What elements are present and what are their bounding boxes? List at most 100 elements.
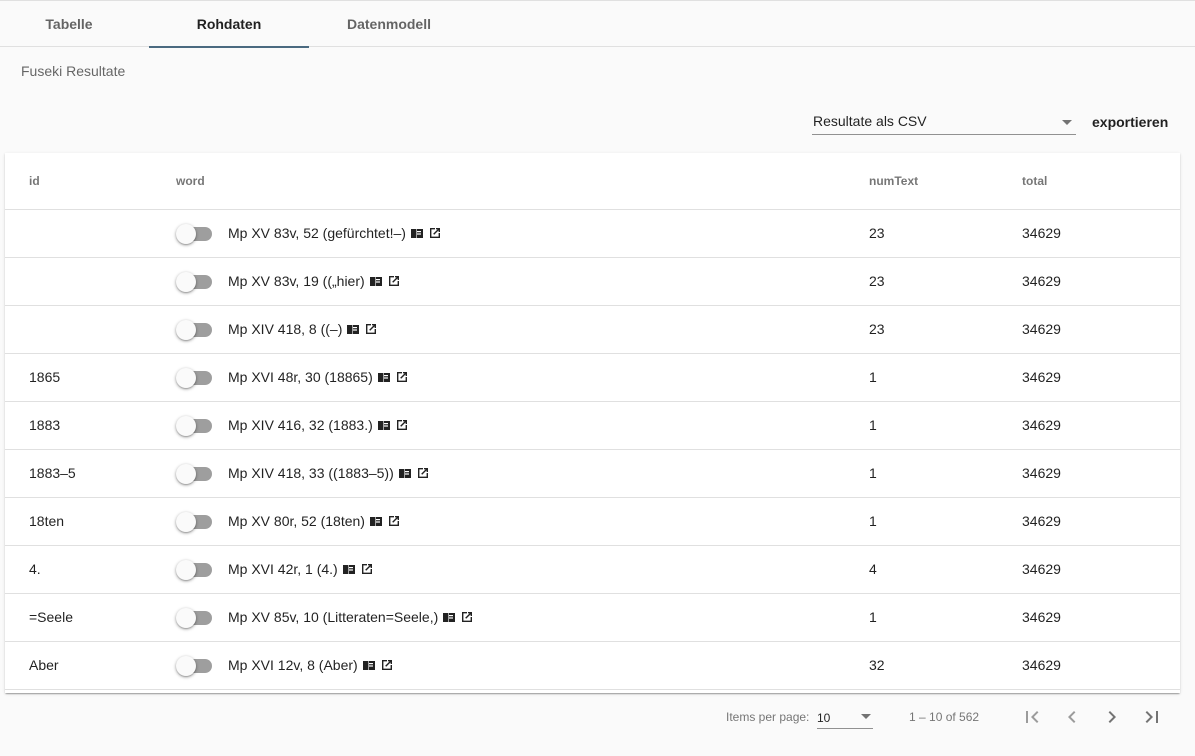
toggle-thumb [176,368,196,388]
book-icon[interactable] [442,610,456,624]
row-toggle[interactable] [176,367,212,388]
book-icon[interactable] [362,658,376,672]
book-icon[interactable] [346,322,360,336]
cell-id: Aber [5,641,152,690]
book-icon[interactable] [369,514,383,528]
open-in-new-icon[interactable] [428,226,442,240]
previous-page-button[interactable] [1052,701,1092,733]
cell-numtext: 1 [869,353,1022,402]
first-page-button[interactable] [1012,701,1052,733]
row-toggle[interactable] [176,655,212,676]
cell-id: 4. [5,545,152,594]
table-header-row: id word numText total [5,153,1180,210]
first-page-icon [1026,711,1039,723]
cell-total: 34629 [1022,593,1180,642]
word-text: Mp XIV 418, 33 ((1883–5)) [228,465,394,481]
cell-total: 34629 [1022,305,1180,354]
word-text: Mp XV 83v, 52 (gefürchtet!–) [228,225,406,241]
toggle-thumb [176,656,196,676]
toggle-thumb [176,608,196,628]
open-in-new-icon[interactable] [364,322,378,336]
column-header-total[interactable]: total [1022,153,1180,210]
row-toggle[interactable] [176,319,212,340]
open-in-new-icon[interactable] [387,274,401,288]
row-toggle[interactable] [176,511,212,532]
cell-word: Mp XV 80r, 52 (18ten) [152,497,869,546]
open-in-new-icon[interactable] [416,466,430,480]
open-in-new-icon[interactable] [460,610,474,624]
page-range-label: 1 – 10 of 562 [909,710,980,724]
cell-numtext: 1 [869,449,1022,498]
cell-total: 34629 [1022,497,1180,546]
open-in-new-icon[interactable] [387,514,401,528]
cell-id: 1865 [5,353,152,402]
word-text: Mp XV 80r, 52 (18ten) [228,513,365,529]
tab-tabelle[interactable]: Tabelle [0,1,149,47]
book-icon[interactable] [398,466,412,480]
row-toggle[interactable] [176,415,212,436]
cell-numtext: 23 [869,257,1022,306]
cell-id [5,209,152,258]
book-icon[interactable] [377,418,391,432]
cell-numtext: 4 [869,545,1022,594]
book-icon[interactable] [369,274,383,288]
row-toggle[interactable] [176,223,212,244]
row-toggle[interactable] [176,607,212,628]
tab-bar: Tabelle Rohdaten Datenmodell [0,0,1195,48]
open-in-new-icon[interactable] [380,658,394,672]
word-text: Mp XIV 418, 8 ((–) [228,321,343,337]
word-text: Mp XVI 48r, 30 (18865) [228,369,373,385]
toggle-thumb [176,560,196,580]
cell-numtext: 32 [869,641,1022,690]
cell-id: 1883–5 [5,449,152,498]
word-cell-content: Mp XVI 42r, 1 (4.) [176,559,869,580]
word-cell-content: Mp XV 83v, 52 (gefürchtet!–) [176,223,869,244]
word-cell-content: Mp XV 80r, 52 (18ten) [176,511,869,532]
cell-numtext: 1 [869,401,1022,450]
tab-datenmodell[interactable]: Datenmodell [309,1,469,47]
table-row: 1883–5 Mp XIV 418, 33 ((1883–5)) 1 34629 [5,449,1180,498]
cell-id [5,305,152,354]
book-icon[interactable] [377,370,391,384]
export-format-value: Resultate als CSV [813,113,927,129]
table-row: 18ten Mp XV 80r, 52 (18ten) 1 34629 [5,497,1180,546]
tab-rohdaten[interactable]: Rohdaten [149,1,309,48]
tab-label: Rohdaten [196,16,262,32]
cell-numtext: 1 [869,593,1022,642]
items-per-page-select[interactable]: 10 [817,705,873,729]
results-table: id word numText total Mp XV 83v, 52 (gef… [5,153,1180,690]
last-page-icon [1145,711,1158,723]
cell-total: 34629 [1022,353,1180,402]
row-toggle[interactable] [176,559,212,580]
table-row: Mp XIV 418, 8 ((–) 23 34629 [5,305,1180,354]
open-in-new-icon[interactable] [395,418,409,432]
toggle-thumb [176,224,196,244]
open-in-new-icon[interactable] [360,562,374,576]
cell-word: Mp XIV 416, 32 (1883.) [152,401,869,450]
table-row: 1883 Mp XIV 416, 32 (1883.) 1 34629 [5,401,1180,450]
word-cell-content: Mp XV 83v, 19 ((„hier) [176,271,869,292]
book-icon[interactable] [410,226,424,240]
word-cell-content: Mp XVI 48r, 30 (18865) [176,367,869,388]
book-icon[interactable] [342,562,356,576]
word-cell-content: Mp XV 85v, 10 (Litteraten=Seele,) [176,607,869,628]
word-text: Mp XV 85v, 10 (Litteraten=Seele,) [228,609,439,625]
export-button[interactable]: exportieren [1084,108,1176,135]
cell-id: 18ten [5,497,152,546]
export-format-select[interactable]: Resultate als CSV [812,108,1076,135]
paginator: Items per page: 10 1 – 10 of 562 [5,693,1180,749]
last-page-button[interactable] [1132,701,1172,733]
next-page-button[interactable] [1092,701,1132,733]
word-text: Mp XVI 12v, 8 (Aber) [228,657,358,673]
toggle-thumb [176,464,196,484]
open-in-new-icon[interactable] [395,370,409,384]
row-toggle[interactable] [176,463,212,484]
column-header-numtext[interactable]: numText [869,153,1022,210]
toggle-thumb [176,512,196,532]
cell-word: Mp XVI 42r, 1 (4.) [152,545,869,594]
items-per-page-value: 10 [817,711,831,725]
column-header-word[interactable]: word [152,153,869,210]
toggle-thumb [176,272,196,292]
column-header-id[interactable]: id [5,153,152,210]
row-toggle[interactable] [176,271,212,292]
